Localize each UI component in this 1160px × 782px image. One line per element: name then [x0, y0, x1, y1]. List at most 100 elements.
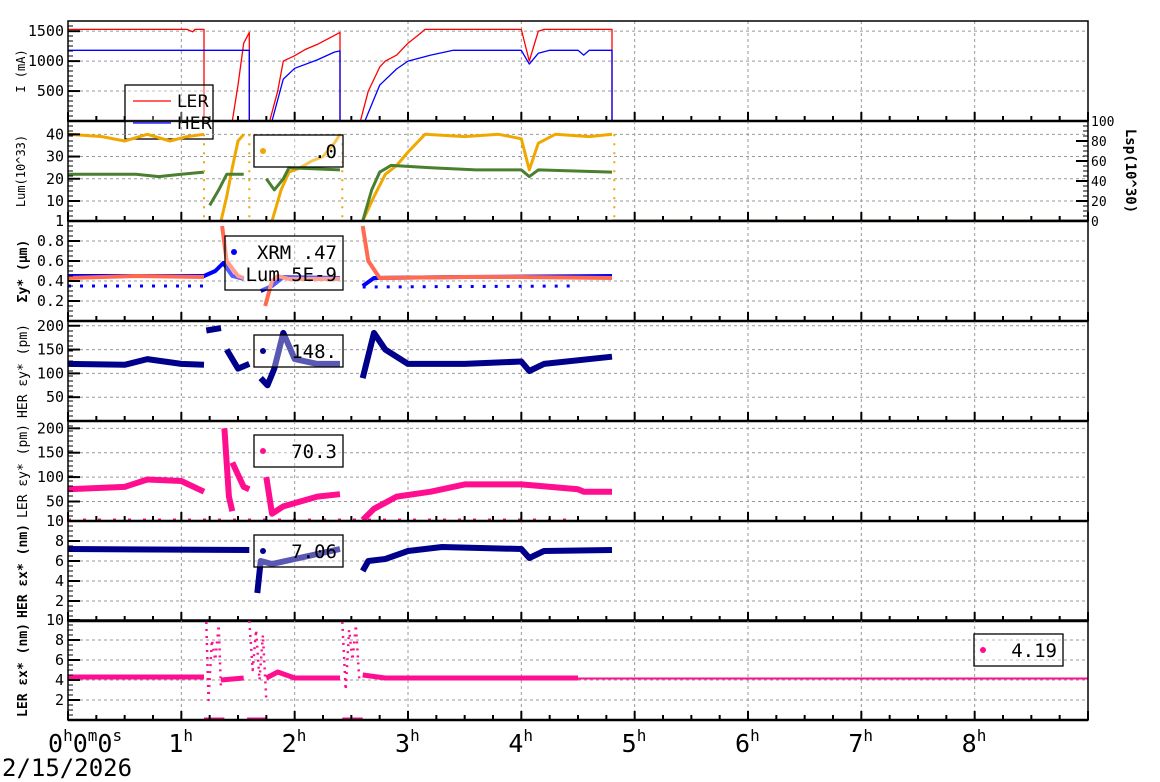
y2-tick-label: 0: [1091, 215, 1099, 230]
y-tick-label: 6: [55, 552, 64, 570]
series-ler-bursts-line: [205, 621, 223, 702]
panel-frame: [67, 420, 1089, 522]
y-tick-label: 0.4: [37, 272, 64, 290]
y-tick-label: 200: [37, 419, 64, 437]
panel-frame: [67, 20, 1089, 122]
y-axis-label: LER εy* (pm): [16, 424, 31, 518]
y-tick-label: 50: [46, 492, 64, 510]
legend-swatch-dot: [260, 148, 266, 154]
x-tick-unit: h: [977, 726, 987, 745]
legend-swatch-dot: [260, 548, 266, 554]
x-tick-unit: m: [88, 726, 98, 745]
y-tick-label: 150: [37, 444, 64, 462]
legend: 148.: [253, 334, 344, 368]
series-lsp-line: [361, 163, 613, 221]
y-axis-label: HER εx* (nm): [16, 524, 31, 618]
series-ler-bursts-line: [248, 620, 268, 701]
series-her-line: [68, 546, 250, 553]
y-tick-label: 6: [55, 651, 64, 669]
y-tick-label: 150: [37, 341, 64, 359]
y-tick-label: 4: [55, 671, 64, 689]
series-xrm-low-line: [362, 284, 579, 289]
y-tick-label: 30: [46, 148, 64, 166]
y2-axis-label: Lsp(10^30): [1122, 129, 1138, 213]
series-her-line: [360, 544, 613, 573]
legend-swatch-dot: [260, 448, 266, 454]
y-tick-label: 1: [55, 212, 64, 230]
y-tick-label: 2: [55, 691, 64, 709]
legend-label: LER: [177, 92, 209, 112]
y-tick-label: 40: [46, 125, 64, 143]
x-tick-label: 3h: [395, 726, 420, 758]
x-tick-value: 6: [735, 729, 750, 758]
panel-4: 50 100 150 200 HER εy* (pm) 148.: [16, 317, 1089, 423]
series-her-line: [68, 356, 205, 368]
legend: 7.06: [253, 534, 344, 568]
x-tick-unit: h: [750, 726, 760, 745]
series-lum-line: [361, 132, 613, 221]
x-tick-label: 6h: [735, 726, 760, 758]
y2-tick-label: 100: [1091, 115, 1114, 130]
series-ler-line: [360, 481, 612, 521]
y-tick-label: 0.8: [37, 232, 64, 250]
series-lum-line: [360, 225, 613, 280]
legend-swatch-dot: [980, 647, 986, 653]
x-tick-label: 8h: [962, 726, 987, 758]
series-lum-line: [68, 274, 205, 280]
y-axis-label: Lum(10^33): [14, 135, 28, 207]
legend: XRM .47Lum 5E-9: [224, 235, 344, 291]
y2-tick-label: 40: [1091, 175, 1107, 190]
y-tick-label: 50: [46, 388, 64, 406]
x-tick-unit: h: [183, 726, 193, 745]
legend: LERHER: [124, 84, 214, 140]
y-tick-label: 10: [46, 611, 64, 629]
x-tick-label: 2h: [282, 726, 307, 758]
panel-frame: [67, 520, 1089, 622]
y-tick-label: 10: [46, 512, 64, 530]
legend-label: 70.3: [291, 441, 337, 463]
y-tick-label: 200: [37, 317, 64, 335]
panel-7: 2 4 6 8 10 LER εx* (nm) 4.19: [16, 611, 1089, 722]
y-tick-label: 1500: [28, 22, 64, 40]
y-tick-label: 2: [55, 592, 64, 610]
x-tick-value: 8: [962, 729, 977, 758]
x-tick-label: 7h: [848, 726, 873, 758]
y-tick-label: 4: [55, 572, 64, 590]
y-tick-label: 0.2: [37, 292, 64, 310]
panel-3: 0.2 0.4 0.6 0.8 Σy* (μm) XRM .47Lum 5E-9: [16, 220, 1089, 323]
panel-frame: [67, 320, 1089, 422]
series-her-line: [359, 329, 613, 379]
legend-label: Lum 5E-9: [245, 264, 337, 286]
multi-panel-time-series-chart: 500 1000 1500I (mA) LERHER 1 10 20 30 40 0 20 40 60 8…: [14, 20, 1138, 758]
y-axis-label: HER εy* (pm): [16, 324, 31, 418]
y-axis-label: I (mA): [14, 49, 28, 92]
series-group: [68, 620, 1088, 720]
series-her-line: [205, 325, 222, 334]
series-ler-line: [229, 461, 251, 493]
x-tick-unit: h: [63, 726, 73, 745]
series-ler-line: [263, 476, 341, 517]
series-her-line: [224, 348, 251, 372]
series-ler-line: [265, 669, 340, 681]
x-tick-label: 5h: [622, 726, 647, 758]
x-tick-value: 7: [848, 729, 863, 758]
x-tick-value: 2: [282, 729, 297, 758]
legend-label: .0: [314, 141, 337, 163]
date-label: 2/15/2026: [2, 754, 133, 782]
x-tick-label: 4h: [508, 726, 533, 758]
legend-label: 148.: [291, 341, 337, 363]
series-ler-line: [221, 428, 236, 512]
legend: .0: [253, 134, 344, 168]
x-tick-unit: h: [863, 726, 873, 745]
legend-swatch-dot: [260, 348, 266, 354]
series-lsp-line: [68, 170, 205, 179]
panel-6: 2 4 6 8 HER εx* (nm) 7.06: [16, 520, 1089, 623]
y-tick-label: 20: [46, 170, 64, 188]
y-tick-label: 8: [55, 631, 64, 649]
panel-5: 10 50 100 150 200 LER εy* (pm) 70.3: [16, 419, 1089, 530]
y-tick-label: 100: [37, 468, 64, 486]
y-tick-label: 0.6: [37, 252, 64, 270]
legend: 4.19: [973, 633, 1064, 667]
legend-label: XRM .47: [257, 242, 337, 264]
series-ler-line: [68, 476, 206, 495]
